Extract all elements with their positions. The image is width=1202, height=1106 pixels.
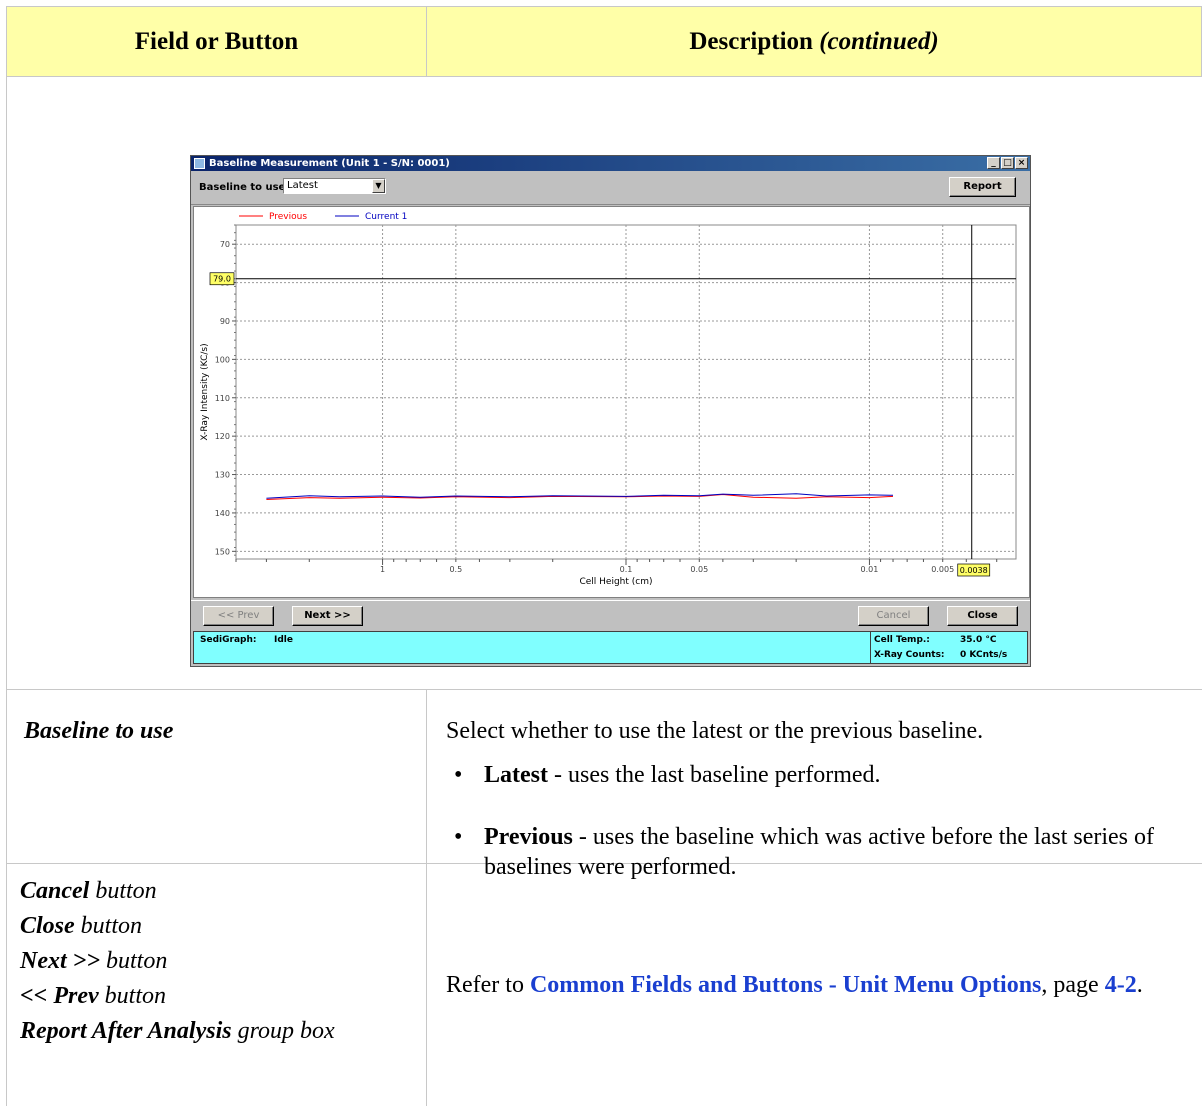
prev-button[interactable]: << Prev — [203, 606, 274, 626]
plot-frame — [235, 224, 1017, 560]
y-tick-label: 130 — [215, 471, 230, 480]
x-tick-label: 0.05 — [690, 565, 708, 574]
legend-label: Current 1 — [365, 212, 407, 222]
field-baseline-to-use: Baseline to use — [24, 718, 173, 745]
refer-mid: , page — [1041, 972, 1105, 998]
y-tick-label: 120 — [215, 432, 230, 441]
device-label: SediGraph: — [200, 635, 257, 645]
field-name: Report After Analysis — [20, 1018, 232, 1044]
window-title-bar[interactable]: Baseline Measurement (Unit 1 - S/N: 0001… — [191, 156, 1030, 171]
x-tick-label: 0.005 — [931, 565, 954, 574]
y-marker-label: 79.0 — [213, 275, 231, 284]
series-line-1 — [266, 493, 894, 500]
option-text: - uses the baseline which was active bef… — [484, 824, 1155, 880]
cell-temp-label: Cell Temp.: — [874, 635, 930, 645]
xray-counts-label: X-Ray Counts: — [874, 650, 945, 660]
list-item: Cancel button — [20, 874, 420, 909]
close-icon[interactable]: × — [1015, 157, 1028, 169]
y-tick-label: 140 — [215, 509, 230, 518]
header-left-text: Field or Button — [134, 27, 299, 55]
list-item: Close button — [20, 909, 420, 944]
x-tick-label: 0.5 — [449, 565, 462, 574]
y-tick-label: 100 — [215, 355, 230, 364]
cancel-button[interactable]: Cancel — [858, 606, 929, 626]
window-nav-bar: << Prev Next >> Cancel Close — [191, 600, 1030, 631]
header-field-or-button: Field or Button — [6, 6, 427, 77]
y-tick-label: 70 — [220, 240, 230, 249]
y-tick-label: 110 — [215, 394, 230, 403]
buttons-field-list: Cancel button Close button Next >> butto… — [20, 874, 420, 1049]
x-tick-label: 1 — [380, 565, 385, 574]
legend-label: Previous — [269, 212, 307, 222]
maximize-icon[interactable]: □ — [1001, 157, 1014, 169]
reference-table: Field or Button Description (continued) … — [0, 0, 1202, 1106]
baseline-select-value: Latest — [287, 180, 318, 191]
baseline-options-list: • Latest - uses the last baseline perform… — [446, 760, 1196, 882]
window-title: Baseline Measurement (Unit 1 - S/N: 0001… — [209, 158, 450, 169]
status-bar: SediGraph: Idle Cell Temp.: 35.0 °C X-Ra… — [193, 631, 1028, 664]
refer-suffix: . — [1136, 972, 1143, 998]
baseline-label: Baseline to use — [199, 182, 286, 193]
header-description: Description (continued) — [426, 6, 1202, 77]
page-link[interactable]: 4-2 — [1105, 972, 1137, 998]
y-tick-label: 90 — [220, 317, 230, 326]
option-text: - uses the last baseline performed. — [547, 762, 881, 788]
x-tick-label: 0.01 — [861, 565, 879, 574]
app-icon — [194, 158, 205, 169]
field-type: button — [74, 913, 143, 939]
window-toolbar: Baseline to use Latest ▼ Report — [191, 172, 1030, 205]
baseline-select[interactable]: Latest ▼ — [283, 178, 386, 194]
refer-prefix: Refer to — [446, 972, 530, 998]
report-button[interactable]: Report — [949, 177, 1016, 197]
device-state: Idle — [274, 635, 293, 645]
x-tick-label: 0.1 — [620, 565, 633, 574]
field-name: << Prev — [20, 983, 99, 1009]
field-name: Close — [20, 913, 75, 939]
y-tick-label: 150 — [215, 547, 230, 556]
baseline-chart: 70809010011012013014015010.50.10.050.010… — [193, 206, 1030, 598]
common-fields-link[interactable]: Common Fields and Buttons - Unit Menu Op… — [530, 972, 1041, 998]
list-item: Report After Analysis group box — [20, 1014, 420, 1049]
buttons-description: Refer to Common Fields and Buttons - Uni… — [446, 970, 1196, 1000]
baseline-description: Select whether to use the latest or the … — [446, 716, 1196, 882]
close-button[interactable]: Close — [947, 606, 1018, 626]
baseline-measurement-window: Baseline Measurement (Unit 1 - S/N: 0001… — [190, 155, 1031, 667]
header-right-text: Description — [689, 27, 820, 55]
list-item: << Prev button — [20, 979, 420, 1014]
x-marker-label: 0.0038 — [960, 566, 988, 575]
x-axis-label: Cell Height (cm) — [579, 577, 652, 587]
next-button[interactable]: Next >> — [292, 606, 363, 626]
list-item: • Previous - uses the baseline which was … — [454, 824, 1155, 880]
header-right-italic: (continued) — [819, 27, 939, 55]
baseline-chart-svg: 70809010011012013014015010.50.10.050.010… — [200, 212, 1017, 587]
y-axis-label: X-Ray Intensity (KC/s) — [200, 343, 210, 440]
chevron-down-icon[interactable]: ▼ — [372, 179, 385, 193]
list-item: • Latest - uses the last baseline perform… — [454, 762, 881, 788]
cell-temp-value: 35.0 °C — [960, 635, 997, 645]
field-baseline-to-use-label: Baseline to use — [24, 718, 174, 744]
baseline-intro: Select whether to use the latest or the … — [446, 718, 984, 744]
field-type: button — [100, 948, 168, 974]
field-name: Cancel — [20, 878, 90, 904]
field-type: button — [89, 878, 157, 904]
field-type: group box — [231, 1018, 335, 1044]
option-term: Previous — [484, 824, 573, 850]
xray-counts-value: 0 KCnts/s — [960, 650, 1008, 660]
option-term: Latest — [484, 762, 548, 788]
minimize-icon[interactable]: _ — [987, 157, 1000, 169]
field-type: button — [98, 983, 166, 1009]
list-item: Next >> button — [20, 944, 420, 979]
field-name: Next >> — [20, 948, 101, 974]
